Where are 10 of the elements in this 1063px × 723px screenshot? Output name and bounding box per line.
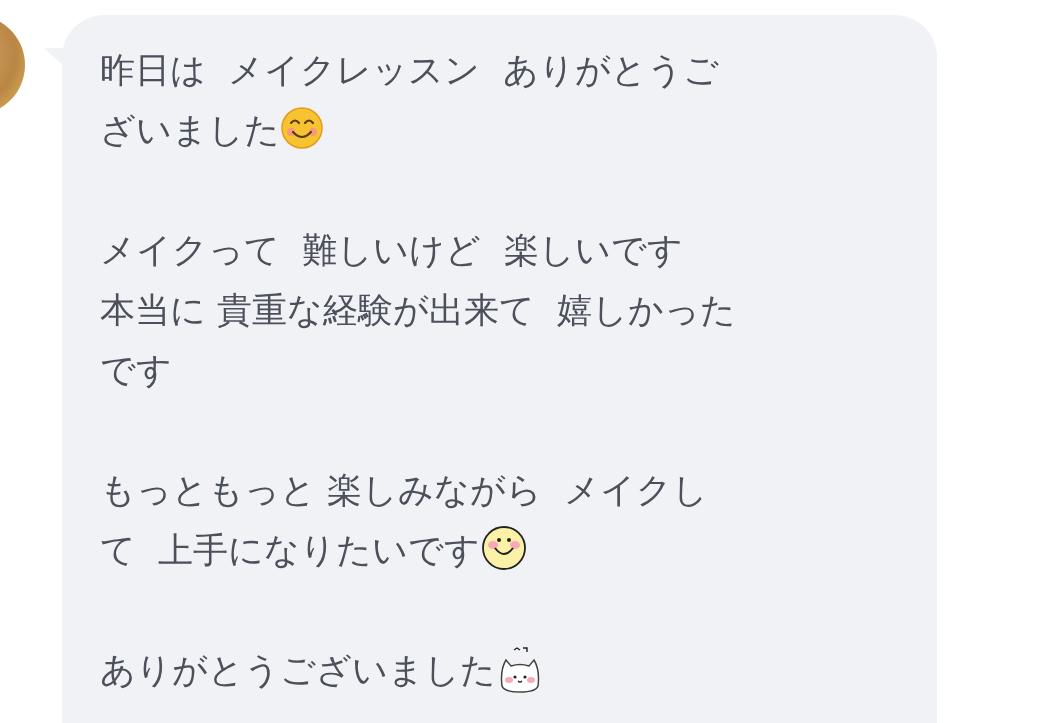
message-text: ざいました — [100, 110, 280, 150]
message-text: 昨日は メイクレッスン ありがとうご — [100, 50, 719, 90]
message-text: ありがとうございました — [100, 650, 496, 690]
message-text: て 上手になりたいです — [100, 530, 481, 570]
message-text: もっともっと 楽しみながら メイクし — [100, 470, 709, 510]
message-text: です — [100, 350, 172, 390]
message-text: 本当に 貴重な経験が出来て 嬉しかった — [100, 290, 737, 330]
smiley-face-icon — [480, 524, 529, 572]
smiling-face-icon — [280, 106, 324, 150]
message-text: メイクって 難しいけど 楽しいです — [100, 230, 683, 270]
